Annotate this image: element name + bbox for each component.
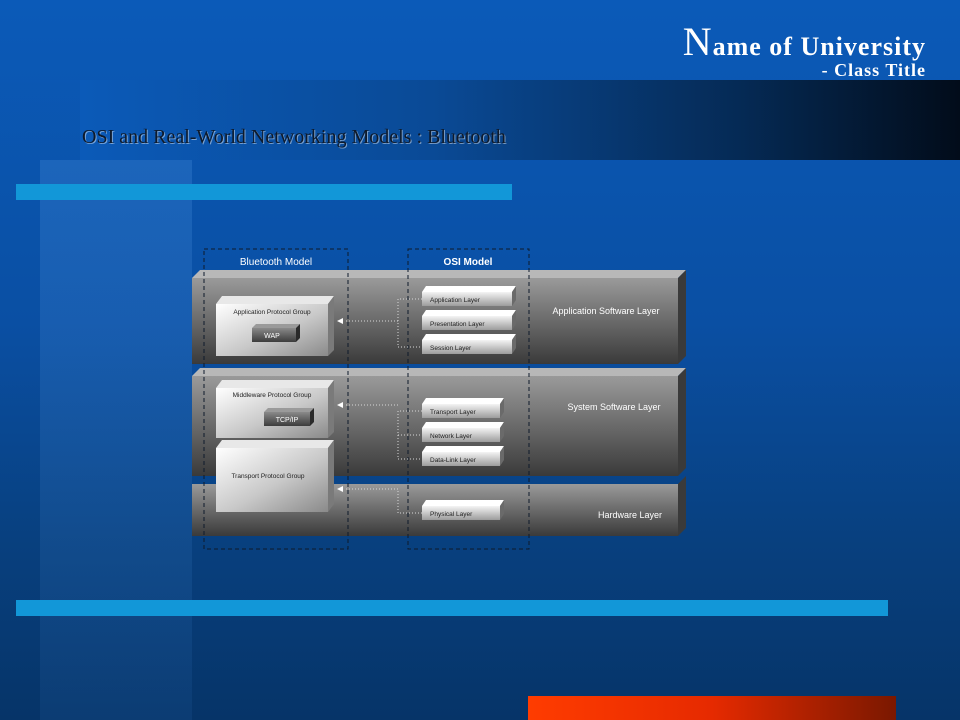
osi-layer-session: Session Layer (422, 334, 516, 354)
osi-layer-transport: Transport Layer (422, 398, 504, 418)
row-label-hardware: Hardware Layer (598, 510, 662, 520)
osi-layer-application-label: Application Layer (430, 297, 481, 304)
osi-layer-session-label: Session Layer (430, 345, 472, 352)
middleware-protocol-group: Middleware Protocol Group TCP/IP (216, 380, 334, 438)
middleware-protocol-group-label: Middleware Protocol Group (233, 392, 312, 399)
application-protocol-group: Application Protocol Group WAP (216, 296, 334, 356)
osi-layer-network: Network Layer (422, 422, 504, 442)
osi-layer-data-link-label: Data-Link Layer (430, 457, 477, 464)
tcpip-tag: TCP/IP (276, 417, 299, 424)
osi-layer-physical-label: Physical Layer (430, 511, 473, 518)
row-label-system-software: System Software Layer (567, 402, 660, 412)
osi-layer-application: Application Layer (422, 286, 516, 306)
osi-layer-transport-label: Transport Layer (430, 409, 476, 416)
row-label-application-software: Application Software Layer (552, 306, 659, 316)
transport-protocol-group-label: Transport Protocol Group (231, 473, 304, 480)
bluetooth-osi-diagram: Application Software Layer System Softwa… (192, 248, 686, 550)
osi-layer-presentation: Presentation Layer (422, 310, 516, 330)
osi-layer-data-link: Data-Link Layer (422, 446, 504, 466)
bluetooth-model-heading: Bluetooth Model (240, 257, 312, 268)
osi-model-heading: OSI Model (444, 257, 493, 268)
osi-layer-presentation-label: Presentation Layer (430, 321, 485, 328)
application-protocol-group-label: Application Protocol Group (233, 309, 311, 316)
wap-tag: WAP (264, 333, 280, 340)
osi-layer-physical: Physical Layer (422, 500, 504, 520)
transport-protocol-group: Transport Protocol Group (216, 440, 334, 512)
osi-layer-network-label: Network Layer (430, 433, 473, 440)
